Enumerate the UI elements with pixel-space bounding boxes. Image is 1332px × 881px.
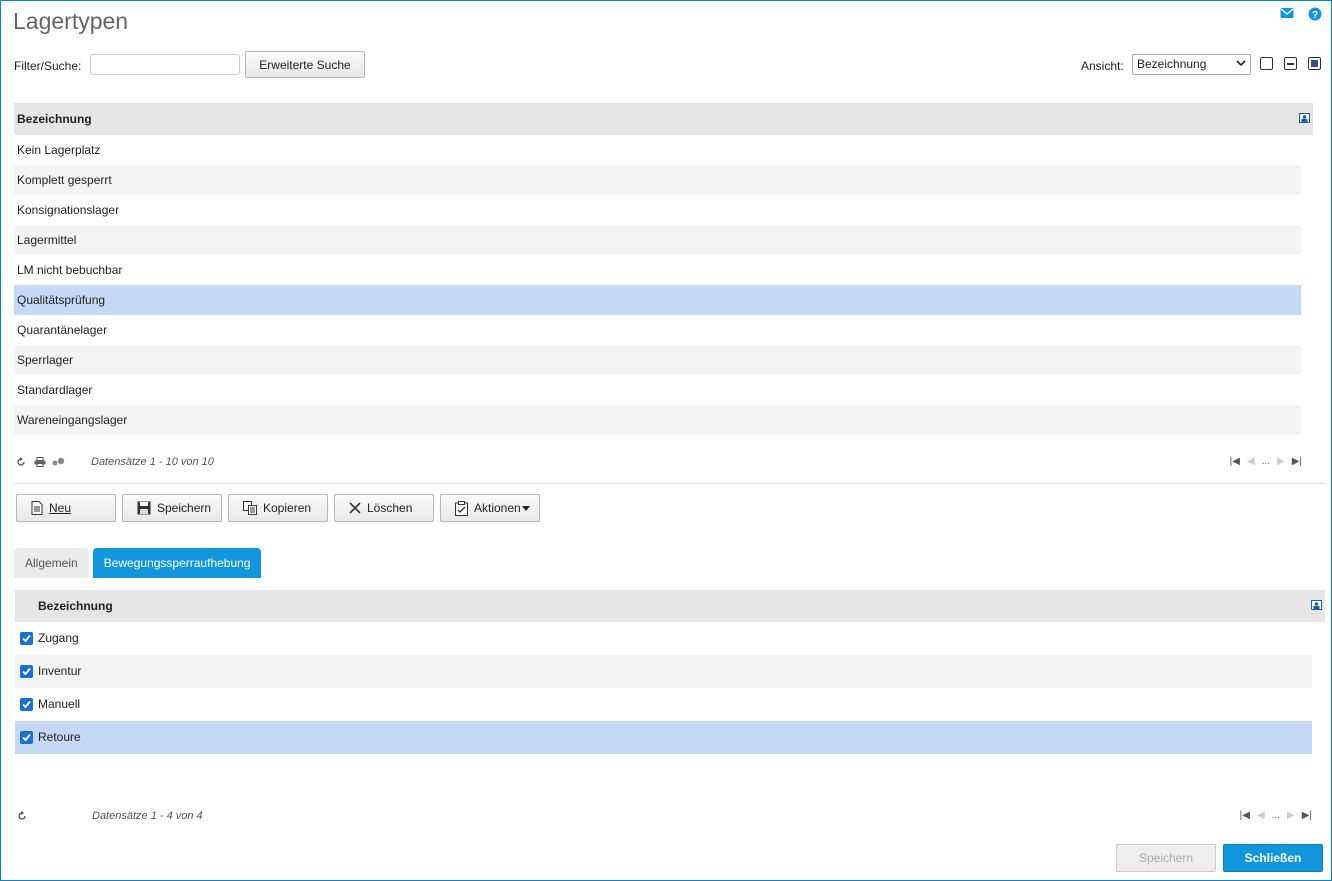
layout-full-icon[interactable] [1308,57,1321,70]
pager-ellipsis: ... [1271,810,1280,821]
tab-bewegungssperraufhebung[interactable]: Bewegungssperraufhebung [92,548,262,578]
row-checkbox[interactable] [20,632,33,645]
table-row[interactable]: Manuell [15,688,1312,721]
grid2-pager: Datensätze 1 - 4 von 4 |◀ ◀ ... ▶ ▶| [14,808,1314,826]
last-page-icon[interactable]: ▶| [1292,456,1302,467]
view-select[interactable]: Bezeichnung [1132,54,1251,75]
delete-button-label: Löschen [367,501,413,515]
chevron-down-icon [1236,60,1246,67]
cell-bezeichnung: Manuell [38,697,81,711]
divider [14,483,1324,484]
actions-button-label: Aktionen [474,501,521,515]
settings-dots-icon[interactable] [52,457,66,467]
next-page-icon[interactable]: ▶ [1287,810,1295,821]
table-row[interactable]: Standardlager [14,375,1301,405]
column-chooser-icon[interactable] [1299,113,1310,123]
table-row[interactable]: Konsignationslager [14,195,1301,225]
delete-button[interactable]: Löschen [334,494,434,522]
svg-text:?: ? [1312,10,1318,21]
table-row[interactable]: Lagermittel [14,225,1301,255]
cell-bezeichnung: Wareneingangslager [17,413,128,427]
row-checkbox[interactable] [20,665,33,678]
next-page-icon[interactable]: ▶ [1277,456,1285,467]
row-checkbox[interactable] [20,698,33,711]
cell-bezeichnung: LM nicht bebuchbar [17,263,123,277]
new-button[interactable]: Neu [16,494,116,522]
column-header-bezeichnung[interactable]: Bezeichnung [17,112,92,126]
top-icon-bar: ? [1280,7,1322,21]
cell-bezeichnung: Qualitätsprüfung [17,293,106,307]
refresh-icon[interactable] [17,811,27,821]
prev-page-icon[interactable]: ◀ [1247,456,1255,467]
close-button[interactable]: Schließen [1223,844,1323,872]
close-icon [349,502,361,514]
cell-bezeichnung: Sperrlager [17,353,74,367]
clipboard-icon [455,500,468,516]
table-row[interactable]: Qualitätsprüfung [14,285,1301,315]
copy-button-label: Kopieren [263,501,312,515]
cell-bezeichnung: Retoure [38,730,81,744]
save-button[interactable]: Speichern [122,494,222,522]
table-row[interactable]: Quarantänelager [14,315,1301,345]
layout-single-icon[interactable] [1260,57,1273,70]
prev-page-icon[interactable]: ◀ [1257,810,1265,821]
grid-header[interactable]: Bezeichnung [15,590,1325,622]
records-count: Datensätze 1 - 10 von 10 [91,456,214,468]
cell-bezeichnung: Kein Lagerplatz [17,143,101,157]
table-row[interactable]: Komplett gesperrt [14,165,1301,195]
column-chooser-icon[interactable] [1311,600,1322,610]
page-title: Lagertypen [13,8,129,34]
print-icon[interactable] [34,457,46,467]
help-icon[interactable]: ? [1308,7,1322,21]
pager-nav: |◀ ◀ ... ▶ ▶| [1230,456,1302,467]
pager-ellipsis: ... [1261,456,1270,467]
column-header-bezeichnung[interactable]: Bezeichnung [38,599,113,613]
copy-button[interactable]: Kopieren [228,494,328,522]
table-row[interactable]: Kein Lagerplatz [14,135,1301,165]
filter-bar: Filter/Suche: Erweiterte Suche Ansicht: … [14,51,1324,78]
table-row[interactable]: Wareneingangslager [14,405,1301,435]
table-row[interactable]: Retoure [15,721,1312,754]
cell-bezeichnung: Quarantänelager [17,323,108,337]
caret-down-icon [521,505,530,511]
new-document-icon [31,501,43,515]
cell-bezeichnung: Konsignationslager [17,203,120,217]
table-row[interactable]: LM nicht bebuchbar [14,255,1301,285]
view-label: Ansicht: [1081,59,1124,73]
first-page-icon[interactable]: |◀ [1240,810,1250,821]
movement-release-grid: Bezeichnung Zugang Inventur Manuell Retoure [15,590,1325,754]
layout-split-icon[interactable] [1284,57,1297,70]
floppy-disk-icon [137,501,151,515]
storage-types-grid: Bezeichnung Kein Lagerplatz Komplett gesp… [14,103,1313,435]
table-row[interactable]: Sperrlager [14,345,1301,375]
cell-bezeichnung: Zugang [38,631,79,645]
tab-allgemein[interactable]: Allgemein [14,548,89,578]
actions-dropdown-button[interactable]: Aktionen [440,494,540,522]
records-count: Datensätze 1 - 4 von 4 [92,810,203,822]
grid-header[interactable]: Bezeichnung [14,103,1313,135]
mail-icon[interactable] [1280,7,1294,21]
row-checkbox[interactable] [20,731,33,744]
cell-bezeichnung: Standardlager [17,383,93,397]
cell-bezeichnung: Lagermittel [17,233,77,247]
extended-search-button[interactable]: Erweiterte Suche [245,51,365,78]
first-page-icon[interactable]: |◀ [1230,456,1240,467]
filter-label: Filter/Suche: [14,59,82,73]
detail-tabs: Allgemein Bewegungssperraufhebung [14,548,262,578]
grid1-pager: Datensätze 1 - 10 von 10 |◀ ◀ ... ▶ ▶| [14,454,1314,472]
cell-bezeichnung: Inventur [38,664,82,678]
cell-bezeichnung: Komplett gesperrt [17,173,112,187]
filter-search-input[interactable] [90,54,240,75]
last-page-icon[interactable]: ▶| [1302,810,1312,821]
new-button-label: Neu [49,501,72,515]
refresh-icon[interactable] [16,457,26,467]
table-row[interactable]: Inventur [15,655,1312,688]
copy-icon [243,501,257,515]
pager-nav: |◀ ◀ ... ▶ ▶| [1240,810,1312,821]
save-button-label: Speichern [157,501,212,515]
table-row[interactable]: Zugang [15,622,1312,655]
footer-save-button[interactable]: Speichern [1116,844,1216,872]
view-select-value: Bezeichnung [1137,57,1207,71]
